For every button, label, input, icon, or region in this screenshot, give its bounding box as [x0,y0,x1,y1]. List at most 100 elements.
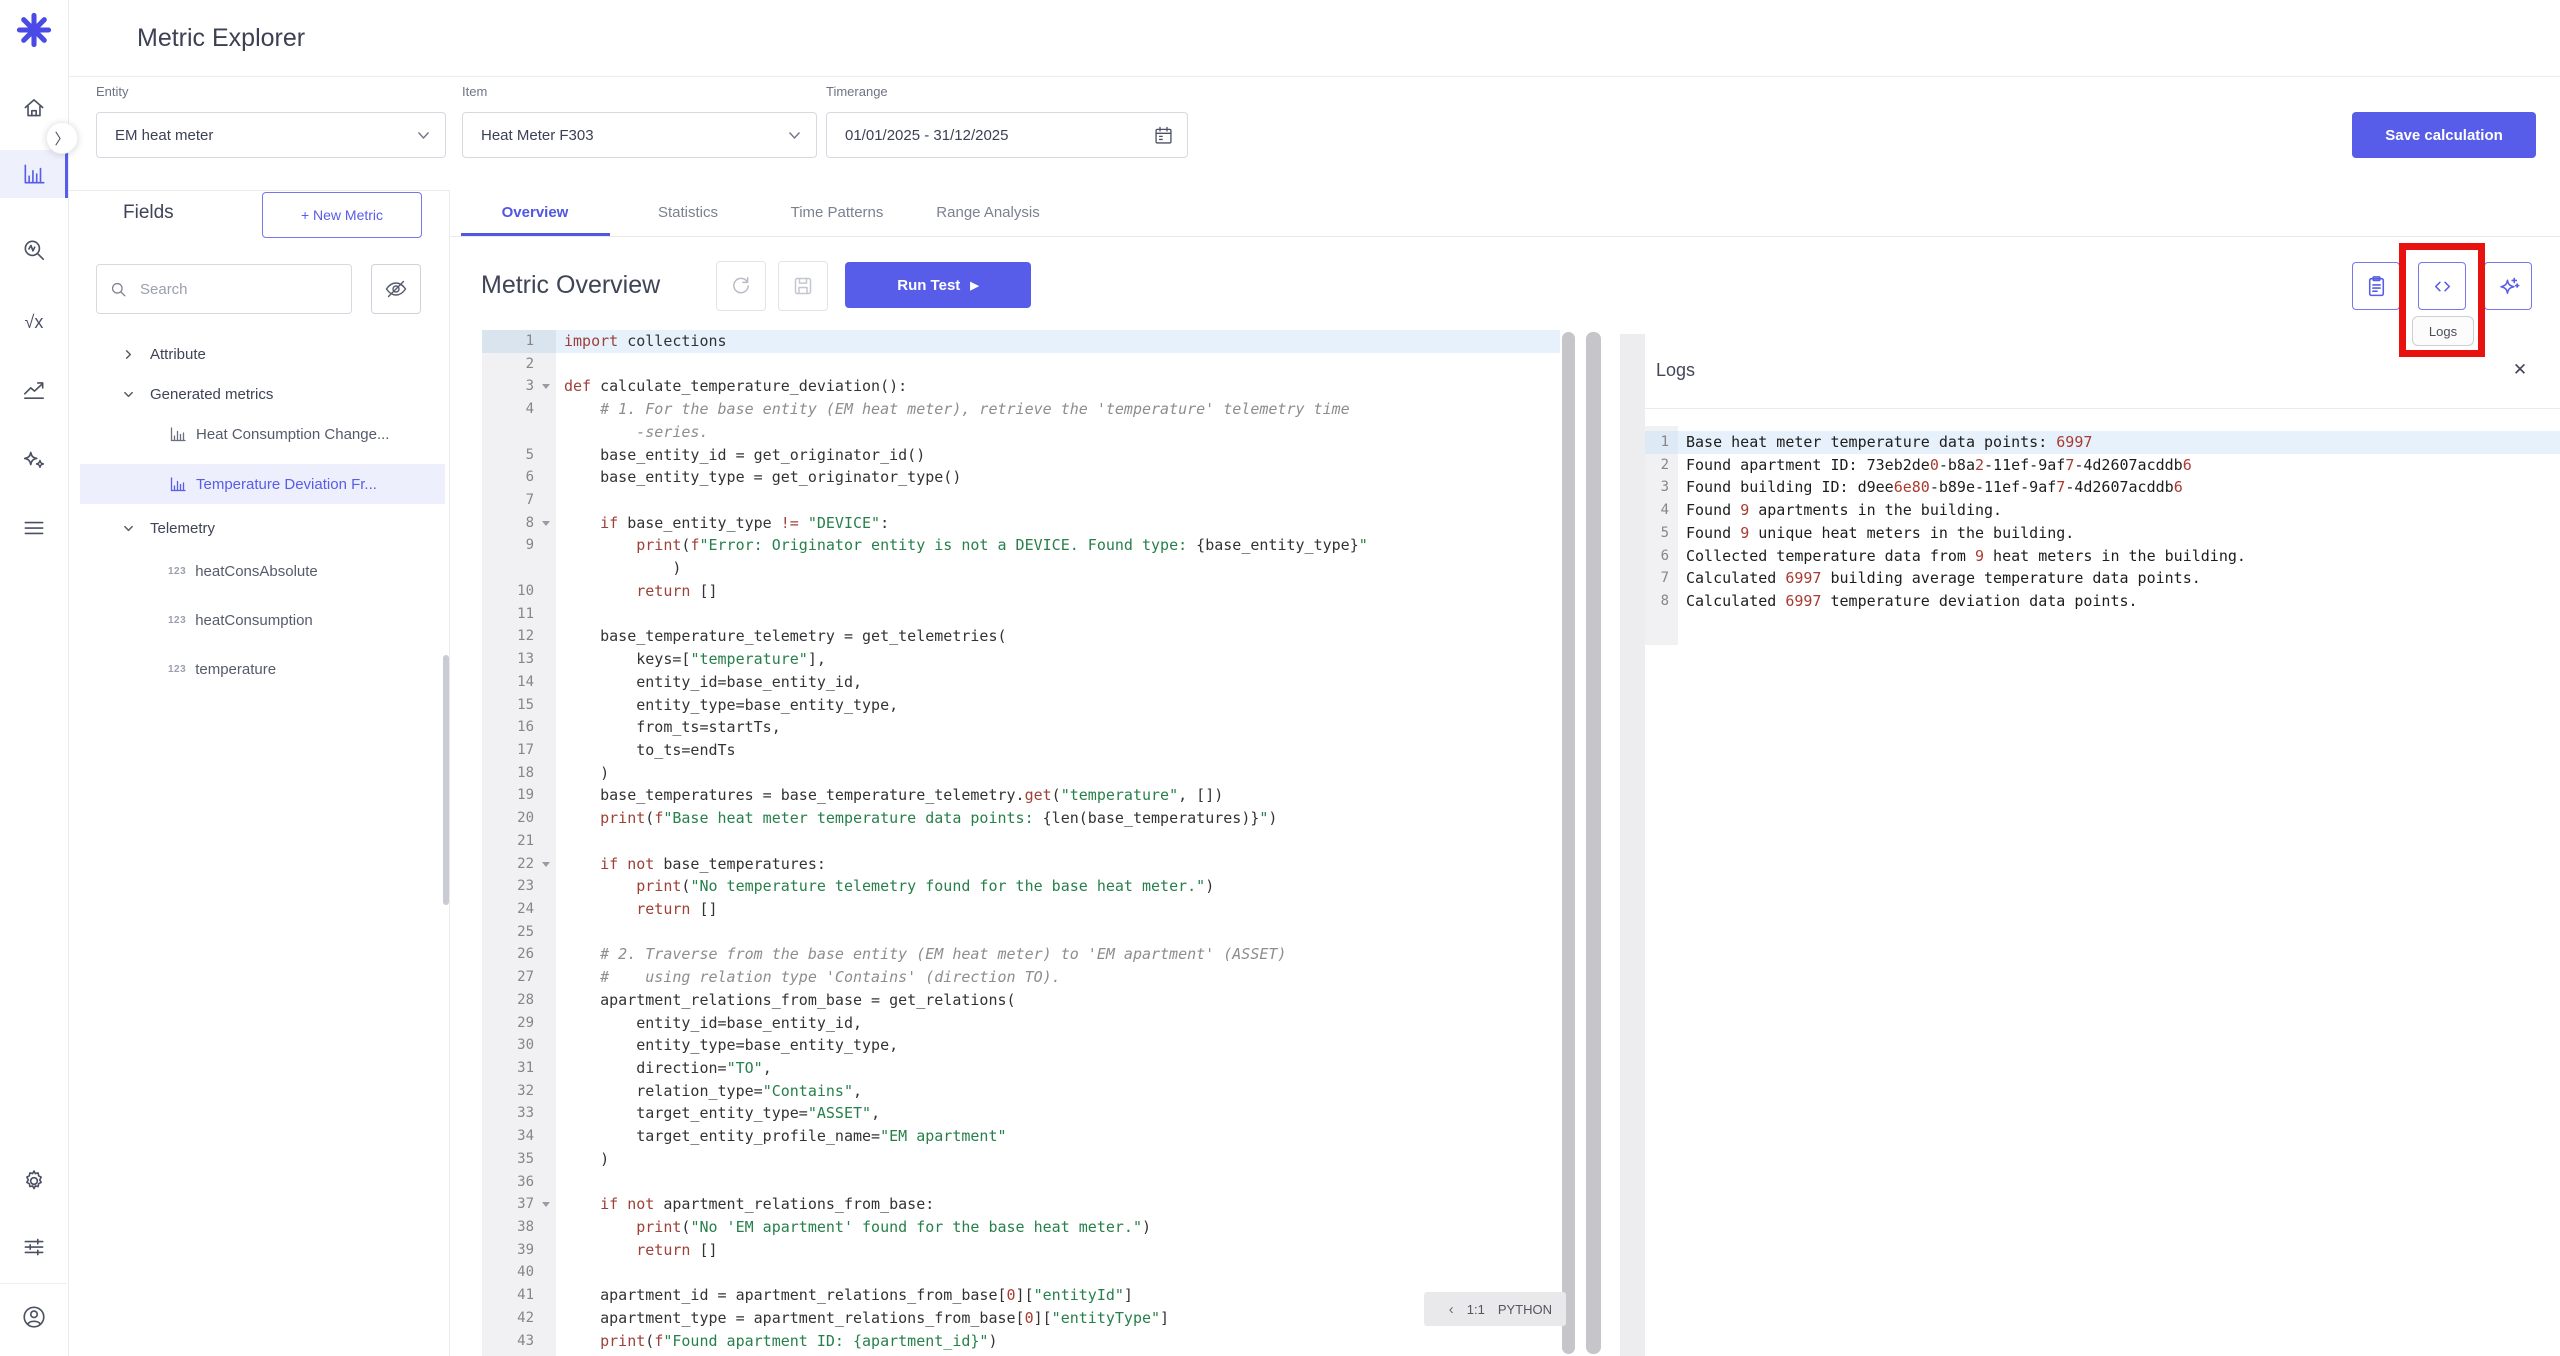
code-line-row[interactable]: 24 return [] [482,898,1560,921]
logs-toggle-button[interactable] [2418,262,2466,310]
code-line-row[interactable]: 7 [482,489,1560,512]
code-line-row[interactable]: 37 if not apartment_relations_from_base: [482,1193,1560,1216]
code-line-row[interactable]: 13 keys=["temperature"], [482,648,1560,671]
code-line-row[interactable]: 11 [482,603,1560,626]
code-line-row[interactable]: ) [482,557,1560,580]
code-line-row[interactable]: 27 # using relation type 'Contains' (dir… [482,966,1560,989]
tab-statistics[interactable]: Statistics [658,190,718,236]
nav-item-sparkles[interactable] [10,436,58,484]
logs-header-divider [1645,408,2560,409]
pane-scrollbar[interactable] [1586,332,1601,1354]
panel-vertical-divider [449,190,450,1356]
copy-script-button[interactable] [2352,262,2400,310]
code-line-row[interactable]: 23 print("No temperature telemetry found… [482,875,1560,898]
code-line-row[interactable]: 26 # 2. Traverse from the base entity (E… [482,943,1560,966]
save-draft-button[interactable] [778,261,828,311]
tab-overview[interactable]: Overview [502,190,569,236]
code-line-row[interactable]: -series. [482,421,1560,444]
timerange-label: Timerange [826,84,888,100]
code-line-row[interactable]: 22 if not base_temperatures: [482,853,1560,876]
log-line-row[interactable]: 2Found apartment ID: 73eb2de0-b8a2-11ef-… [1645,454,2560,477]
timerange-input[interactable]: 01/01/2025 - 31/12/2025 [826,112,1188,158]
tab-time-patterns[interactable]: Time Patterns [791,190,884,236]
code-line-row[interactable]: 40 [482,1261,1560,1284]
code-line-row[interactable]: 2 [482,353,1560,376]
tree-item-heatconsabsolute[interactable]: 123heatConsAbsolute [68,551,449,591]
close-icon[interactable]: ✕ [2504,356,2536,384]
code-line-row[interactable]: 41 apartment_id = apartment_relations_fr… [482,1284,1560,1307]
tree-group-generated-metrics[interactable]: Generated metrics [68,374,449,414]
log-line-row[interactable]: 6Collected temperature data from 9 heat … [1645,545,2560,568]
tree-group-telemetry[interactable]: Telemetry [68,508,449,548]
save-calculation-button[interactable]: Save calculation [2352,112,2536,158]
code-line-row[interactable]: 21 [482,830,1560,853]
code-line-row[interactable]: 14 entity_id=base_entity_id, [482,671,1560,694]
code-line-row[interactable]: 17 to_ts=endTs [482,739,1560,762]
numeric-field-icon: 123 [168,566,186,577]
nav-item-user[interactable] [10,1293,58,1341]
nav-item-bar-chart[interactable] [10,150,58,198]
code-line-row[interactable]: 25 [482,921,1560,944]
tree-group-attribute[interactable]: Attribute [68,334,449,374]
code-editor[interactable]: 1import collections23def calculate_tempe… [482,330,1560,1356]
chevron-left-icon[interactable]: ‹ [1449,1301,1454,1318]
code-line-row[interactable]: 18 ) [482,762,1560,785]
code-line-row[interactable]: 9 print(f"Error: Originator entity is no… [482,534,1560,557]
calendar-icon[interactable] [1153,125,1174,146]
tab-range-analysis[interactable]: Range Analysis [936,190,1039,236]
code-line-row[interactable]: 32 relation_type="Contains", [482,1080,1560,1103]
nav-item-square-root[interactable]: √x [10,298,58,346]
log-line-row[interactable]: 3Found building ID: d9ee6e80-b89e-11ef-9… [1645,476,2560,499]
fields-scrollbar[interactable] [443,655,449,905]
code-line-row[interactable]: 15 entity_type=base_entity_type, [482,694,1560,717]
nav-item-trend-line[interactable] [10,366,58,414]
item-select[interactable]: Heat Meter F303 [462,112,817,158]
nav-item-menu[interactable] [10,504,58,552]
code-line-row[interactable]: 31 direction="TO", [482,1057,1560,1080]
code-line-row[interactable]: 16 from_ts=startTs, [482,716,1560,739]
code-line-row[interactable]: 6 base_entity_type = get_originator_type… [482,466,1560,489]
editor-scrollbar[interactable] [1562,332,1575,1354]
code-line-row[interactable]: 36 [482,1171,1560,1194]
code-line-row[interactable]: 3def calculate_temperature_deviation(): [482,375,1560,398]
code-line-row[interactable]: 39 return [] [482,1239,1560,1262]
nav-item-sliders[interactable] [10,1223,58,1271]
nav-item-gear[interactable] [10,1157,58,1205]
log-line-row[interactable]: 4Found 9 apartments in the building. [1645,499,2560,522]
tree-item-heat-consumption-change[interactable]: Heat Consumption Change... [68,414,449,454]
panel-splitter[interactable] [1620,334,1645,1356]
tree-item-label: Attribute [150,346,206,363]
code-line-row[interactable]: 43 print(f"Found apartment ID: {apartmen… [482,1330,1560,1353]
refresh-button[interactable] [716,261,766,311]
run-test-button[interactable]: Run Test ▶ [845,262,1031,308]
code-line-row[interactable]: 20 print(f"Base heat meter temperature d… [482,807,1560,830]
code-line-row[interactable]: 29 entity_id=base_entity_id, [482,1012,1560,1035]
code-line-row[interactable]: 1import collections [482,330,1560,353]
code-line-row[interactable]: 28 apartment_relations_from_base = get_r… [482,989,1560,1012]
code-line-row[interactable]: 8 if base_entity_type != "DEVICE": [482,512,1560,535]
code-line-row[interactable]: 35 ) [482,1148,1560,1171]
code-line-row[interactable]: 33 target_entity_type="ASSET", [482,1102,1560,1125]
log-line-row[interactable]: 5Found 9 unique heat meters in the build… [1645,522,2560,545]
code-line-row[interactable]: 4 # 1. For the base entity (EM heat mete… [482,398,1560,421]
code-line-row[interactable]: 12 base_temperature_telemetry = get_tele… [482,625,1560,648]
code-line-row[interactable]: 38 print("No 'EM apartment' found for th… [482,1216,1560,1239]
code-line-row[interactable]: 42 apartment_type = apartment_relations_… [482,1307,1560,1330]
tree-item-temperature[interactable]: 123temperature [68,649,449,689]
log-line-row[interactable]: 1Base heat meter temperature data points… [1645,431,2560,454]
log-line-row[interactable]: 7Calculated 6997 building average temper… [1645,567,2560,590]
ai-assist-button[interactable] [2484,262,2532,310]
tree-item-heatconsumption[interactable]: 123heatConsumption [68,600,449,640]
log-line-row[interactable]: 8Calculated 6997 temperature deviation d… [1645,590,2560,613]
sidebar-expand-button[interactable]: 〉 [46,122,78,154]
language-badge: PYTHON [1498,1302,1552,1317]
code-line-row[interactable]: 5 base_entity_id = get_originator_id() [482,444,1560,467]
code-line-row[interactable]: 10 return [] [482,580,1560,603]
logs-tooltip: Logs [2412,316,2474,346]
nav-item-search-pulse[interactable] [10,226,58,274]
tree-item-temperature-deviation-fr[interactable]: Temperature Deviation Fr... [68,464,449,504]
code-line-row[interactable]: 30 entity_type=base_entity_type, [482,1034,1560,1057]
code-line-row[interactable]: 19 base_temperatures = base_temperature_… [482,784,1560,807]
code-line-row[interactable]: 34 target_entity_profile_name="EM apartm… [482,1125,1560,1148]
cursor-position: 1:1 [1467,1302,1485,1317]
